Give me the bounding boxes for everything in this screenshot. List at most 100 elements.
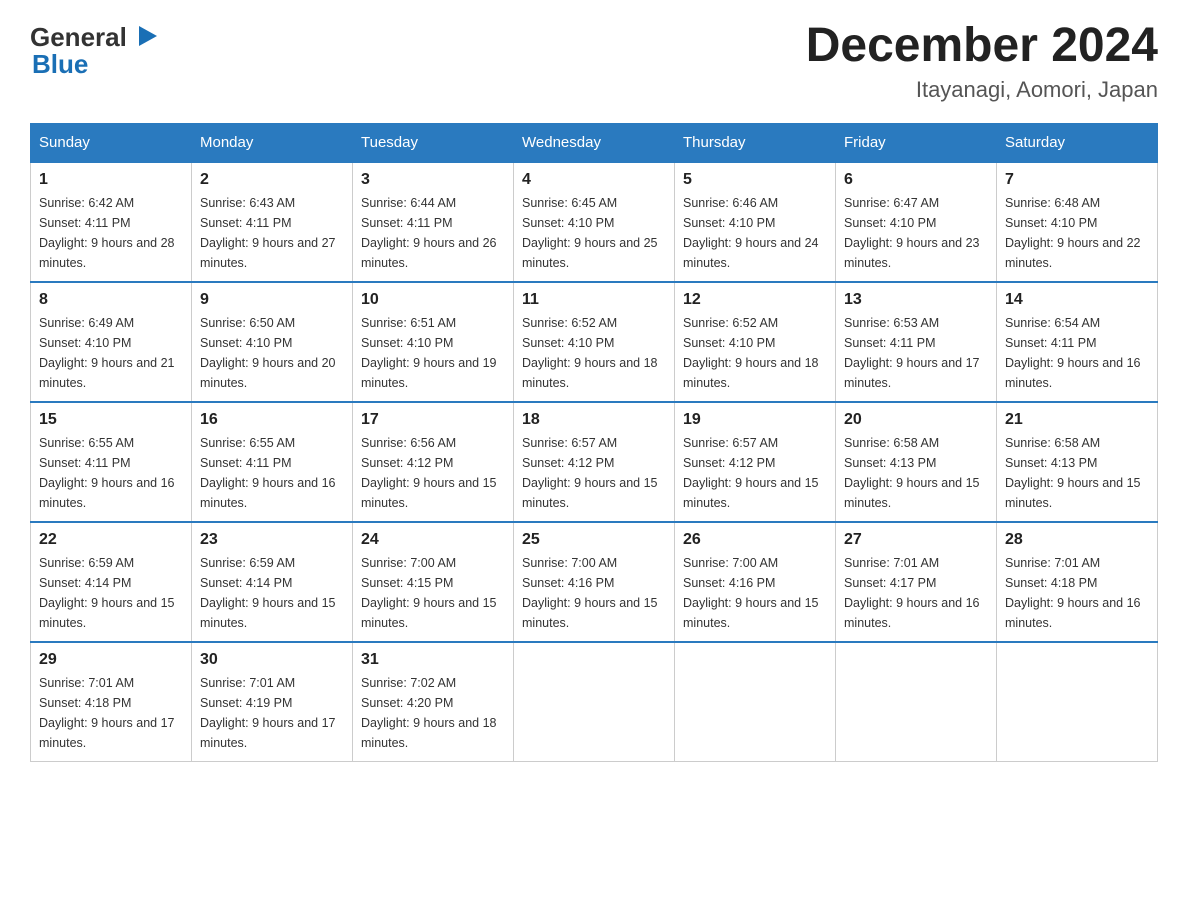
day-info: Sunrise: 6:52 AMSunset: 4:10 PMDaylight:…: [522, 316, 658, 390]
day-info: Sunrise: 7:01 AMSunset: 4:18 PMDaylight:…: [1005, 556, 1141, 630]
day-number: 5: [683, 171, 827, 189]
col-sunday: Sunday: [31, 123, 192, 162]
table-row: 7 Sunrise: 6:48 AMSunset: 4:10 PMDayligh…: [997, 162, 1158, 282]
month-title: December 2024: [806, 20, 1158, 73]
col-tuesday: Tuesday: [353, 123, 514, 162]
table-row: 2 Sunrise: 6:43 AMSunset: 4:11 PMDayligh…: [192, 162, 353, 282]
day-number: 18: [522, 411, 666, 429]
day-info: Sunrise: 7:00 AMSunset: 4:16 PMDaylight:…: [522, 556, 658, 630]
table-row: 30 Sunrise: 7:01 AMSunset: 4:19 PMDaylig…: [192, 642, 353, 762]
day-number: 1: [39, 171, 183, 189]
day-number: 28: [1005, 531, 1149, 549]
table-row: 17 Sunrise: 6:56 AMSunset: 4:12 PMDaylig…: [353, 402, 514, 522]
day-number: 7: [1005, 171, 1149, 189]
table-row: 23 Sunrise: 6:59 AMSunset: 4:14 PMDaylig…: [192, 522, 353, 642]
day-info: Sunrise: 6:57 AMSunset: 4:12 PMDaylight:…: [522, 436, 658, 510]
day-number: 27: [844, 531, 988, 549]
day-number: 9: [200, 291, 344, 309]
day-number: 21: [1005, 411, 1149, 429]
day-info: Sunrise: 6:58 AMSunset: 4:13 PMDaylight:…: [1005, 436, 1141, 510]
day-info: Sunrise: 6:58 AMSunset: 4:13 PMDaylight:…: [844, 436, 980, 510]
table-row: 12 Sunrise: 6:52 AMSunset: 4:10 PMDaylig…: [675, 282, 836, 402]
table-row: 21 Sunrise: 6:58 AMSunset: 4:13 PMDaylig…: [997, 402, 1158, 522]
day-info: Sunrise: 7:00 AMSunset: 4:16 PMDaylight:…: [683, 556, 819, 630]
logo-arrow-icon: [129, 18, 165, 54]
day-number: 26: [683, 531, 827, 549]
table-row: 29 Sunrise: 7:01 AMSunset: 4:18 PMDaylig…: [31, 642, 192, 762]
day-number: 4: [522, 171, 666, 189]
day-number: 15: [39, 411, 183, 429]
table-row: [514, 642, 675, 762]
day-info: Sunrise: 6:46 AMSunset: 4:10 PMDaylight:…: [683, 196, 819, 270]
calendar-week-row: 15 Sunrise: 6:55 AMSunset: 4:11 PMDaylig…: [31, 402, 1158, 522]
table-row: 28 Sunrise: 7:01 AMSunset: 4:18 PMDaylig…: [997, 522, 1158, 642]
day-number: 30: [200, 651, 344, 669]
table-row: 1 Sunrise: 6:42 AMSunset: 4:11 PMDayligh…: [31, 162, 192, 282]
day-number: 20: [844, 411, 988, 429]
title-section: December 2024 Itayanagi, Aomori, Japan: [806, 20, 1158, 103]
col-saturday: Saturday: [997, 123, 1158, 162]
day-info: Sunrise: 7:01 AMSunset: 4:19 PMDaylight:…: [200, 676, 336, 750]
day-number: 19: [683, 411, 827, 429]
table-row: 25 Sunrise: 7:00 AMSunset: 4:16 PMDaylig…: [514, 522, 675, 642]
location: Itayanagi, Aomori, Japan: [806, 77, 1158, 103]
day-number: 16: [200, 411, 344, 429]
day-info: Sunrise: 6:57 AMSunset: 4:12 PMDaylight:…: [683, 436, 819, 510]
day-info: Sunrise: 7:01 AMSunset: 4:17 PMDaylight:…: [844, 556, 980, 630]
day-number: 24: [361, 531, 505, 549]
day-info: Sunrise: 6:42 AMSunset: 4:11 PMDaylight:…: [39, 196, 175, 270]
table-row: 18 Sunrise: 6:57 AMSunset: 4:12 PMDaylig…: [514, 402, 675, 522]
col-wednesday: Wednesday: [514, 123, 675, 162]
logo: General Blue: [30, 20, 165, 79]
day-number: 31: [361, 651, 505, 669]
day-number: 23: [200, 531, 344, 549]
day-info: Sunrise: 6:51 AMSunset: 4:10 PMDaylight:…: [361, 316, 497, 390]
table-row: 26 Sunrise: 7:00 AMSunset: 4:16 PMDaylig…: [675, 522, 836, 642]
day-number: 12: [683, 291, 827, 309]
day-number: 11: [522, 291, 666, 309]
day-info: Sunrise: 6:47 AMSunset: 4:10 PMDaylight:…: [844, 196, 980, 270]
table-row: 19 Sunrise: 6:57 AMSunset: 4:12 PMDaylig…: [675, 402, 836, 522]
day-number: 14: [1005, 291, 1149, 309]
table-row: 20 Sunrise: 6:58 AMSunset: 4:13 PMDaylig…: [836, 402, 997, 522]
day-info: Sunrise: 6:45 AMSunset: 4:10 PMDaylight:…: [522, 196, 658, 270]
day-info: Sunrise: 6:54 AMSunset: 4:11 PMDaylight:…: [1005, 316, 1141, 390]
calendar-week-row: 8 Sunrise: 6:49 AMSunset: 4:10 PMDayligh…: [31, 282, 1158, 402]
table-row: 6 Sunrise: 6:47 AMSunset: 4:10 PMDayligh…: [836, 162, 997, 282]
day-info: Sunrise: 7:02 AMSunset: 4:20 PMDaylight:…: [361, 676, 497, 750]
calendar-week-row: 29 Sunrise: 7:01 AMSunset: 4:18 PMDaylig…: [31, 642, 1158, 762]
day-info: Sunrise: 7:00 AMSunset: 4:15 PMDaylight:…: [361, 556, 497, 630]
table-row: 15 Sunrise: 6:55 AMSunset: 4:11 PMDaylig…: [31, 402, 192, 522]
table-row: 13 Sunrise: 6:53 AMSunset: 4:11 PMDaylig…: [836, 282, 997, 402]
day-info: Sunrise: 6:44 AMSunset: 4:11 PMDaylight:…: [361, 196, 497, 270]
day-info: Sunrise: 6:56 AMSunset: 4:12 PMDaylight:…: [361, 436, 497, 510]
day-info: Sunrise: 6:59 AMSunset: 4:14 PMDaylight:…: [200, 556, 336, 630]
calendar-week-row: 1 Sunrise: 6:42 AMSunset: 4:11 PMDayligh…: [31, 162, 1158, 282]
day-number: 29: [39, 651, 183, 669]
calendar-table: Sunday Monday Tuesday Wednesday Thursday…: [30, 123, 1158, 762]
day-info: Sunrise: 7:01 AMSunset: 4:18 PMDaylight:…: [39, 676, 175, 750]
table-row: 16 Sunrise: 6:55 AMSunset: 4:11 PMDaylig…: [192, 402, 353, 522]
day-number: 22: [39, 531, 183, 549]
day-info: Sunrise: 6:55 AMSunset: 4:11 PMDaylight:…: [200, 436, 336, 510]
table-row: 27 Sunrise: 7:01 AMSunset: 4:17 PMDaylig…: [836, 522, 997, 642]
table-row: [997, 642, 1158, 762]
table-row: 24 Sunrise: 7:00 AMSunset: 4:15 PMDaylig…: [353, 522, 514, 642]
table-row: 5 Sunrise: 6:46 AMSunset: 4:10 PMDayligh…: [675, 162, 836, 282]
table-row: 22 Sunrise: 6:59 AMSunset: 4:14 PMDaylig…: [31, 522, 192, 642]
table-row: 9 Sunrise: 6:50 AMSunset: 4:10 PMDayligh…: [192, 282, 353, 402]
day-info: Sunrise: 6:59 AMSunset: 4:14 PMDaylight:…: [39, 556, 175, 630]
day-info: Sunrise: 6:48 AMSunset: 4:10 PMDaylight:…: [1005, 196, 1141, 270]
table-row: 14 Sunrise: 6:54 AMSunset: 4:11 PMDaylig…: [997, 282, 1158, 402]
logo-text-general: General: [30, 23, 127, 52]
table-row: 8 Sunrise: 6:49 AMSunset: 4:10 PMDayligh…: [31, 282, 192, 402]
logo-text-blue: Blue: [32, 49, 88, 79]
day-info: Sunrise: 6:50 AMSunset: 4:10 PMDaylight:…: [200, 316, 336, 390]
calendar-header-row: Sunday Monday Tuesday Wednesday Thursday…: [31, 123, 1158, 162]
col-friday: Friday: [836, 123, 997, 162]
table-row: [836, 642, 997, 762]
table-row: 11 Sunrise: 6:52 AMSunset: 4:10 PMDaylig…: [514, 282, 675, 402]
page-header: General Blue December 2024 Itayanagi, Ao…: [30, 20, 1158, 103]
day-info: Sunrise: 6:52 AMSunset: 4:10 PMDaylight:…: [683, 316, 819, 390]
day-info: Sunrise: 6:53 AMSunset: 4:11 PMDaylight:…: [844, 316, 980, 390]
